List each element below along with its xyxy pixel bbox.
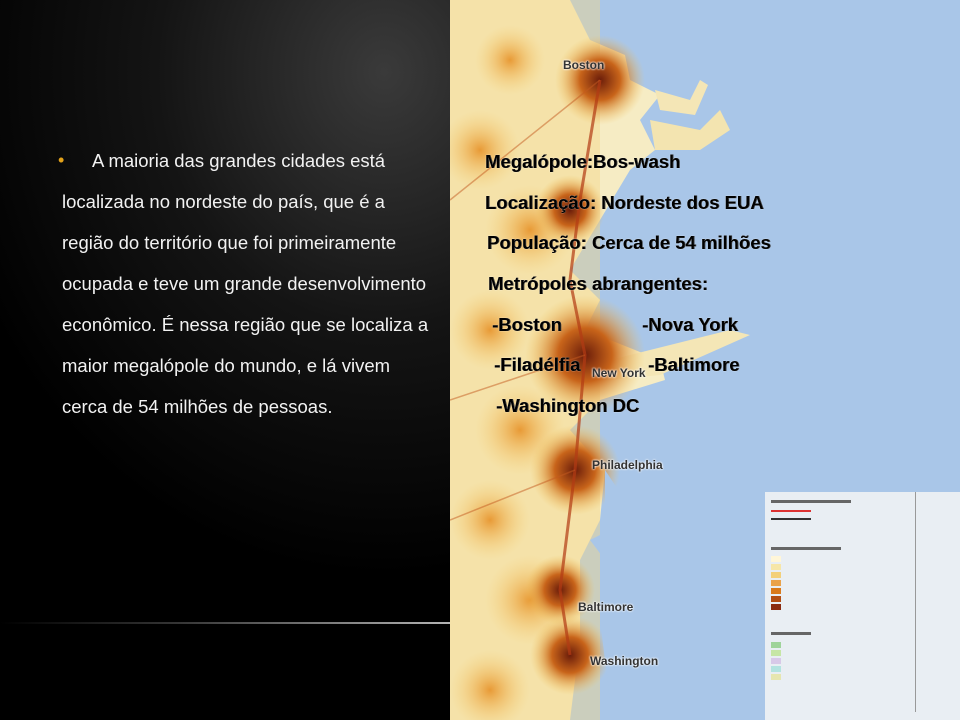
map-label-philadelphia: Philadelphia — [592, 458, 663, 472]
text-line: ocupada e teve um grande desenvolvimento — [62, 273, 427, 294]
divider-line — [0, 622, 450, 624]
legend-graphic — [771, 492, 916, 712]
text-line: A maioria das grandes cidades está — [92, 150, 386, 171]
map-label-baltimore: Baltimore — [578, 600, 634, 614]
map-label-washington: Washington — [590, 654, 659, 668]
slide: • A maioria das grandes cidades está loc… — [0, 0, 960, 720]
text-line: cerca de 54 milhões de pessoas. — [62, 396, 333, 417]
text-line: região do território que foi primeiramen… — [62, 232, 397, 253]
body-text: A maioria das grandes cidades está local… — [58, 140, 450, 427]
map-label-boston: Boston — [563, 58, 605, 72]
text-line: maior megalópole do mundo, e lá vivem — [62, 355, 391, 376]
text-line: econômico. É nessa região que se localiz… — [62, 314, 429, 335]
map-label-new-york: New York — [592, 366, 646, 380]
map-legend — [765, 492, 960, 720]
population-density-map — [450, 0, 960, 720]
text-line: localizada no nordeste do país, que é a — [62, 191, 385, 212]
